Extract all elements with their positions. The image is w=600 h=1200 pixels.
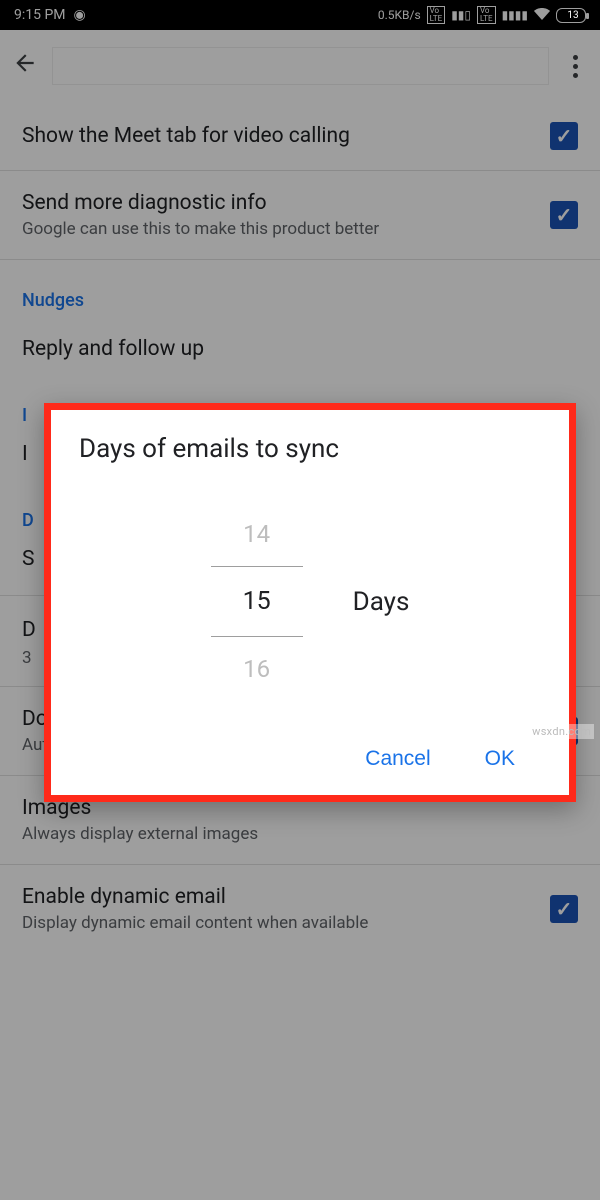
- watermark: wsxdn.com: [529, 724, 594, 739]
- picker-wheel[interactable]: 14 15 16: [211, 502, 303, 701]
- ok-button[interactable]: OK: [485, 747, 515, 771]
- picker-current-value[interactable]: 15: [211, 566, 303, 637]
- dialog-highlight-border: Days of emails to sync 14 15 16 Days Can…: [44, 403, 576, 802]
- cancel-button[interactable]: Cancel: [365, 747, 430, 771]
- picker-next-value[interactable]: 16: [211, 637, 303, 701]
- picker-unit-label: Days: [353, 587, 410, 617]
- number-picker[interactable]: 14 15 16 Days: [79, 492, 541, 729]
- sync-days-dialog: Days of emails to sync 14 15 16 Days Can…: [51, 410, 569, 795]
- dialog-title: Days of emails to sync: [79, 434, 541, 464]
- picker-prev-value[interactable]: 14: [211, 502, 303, 566]
